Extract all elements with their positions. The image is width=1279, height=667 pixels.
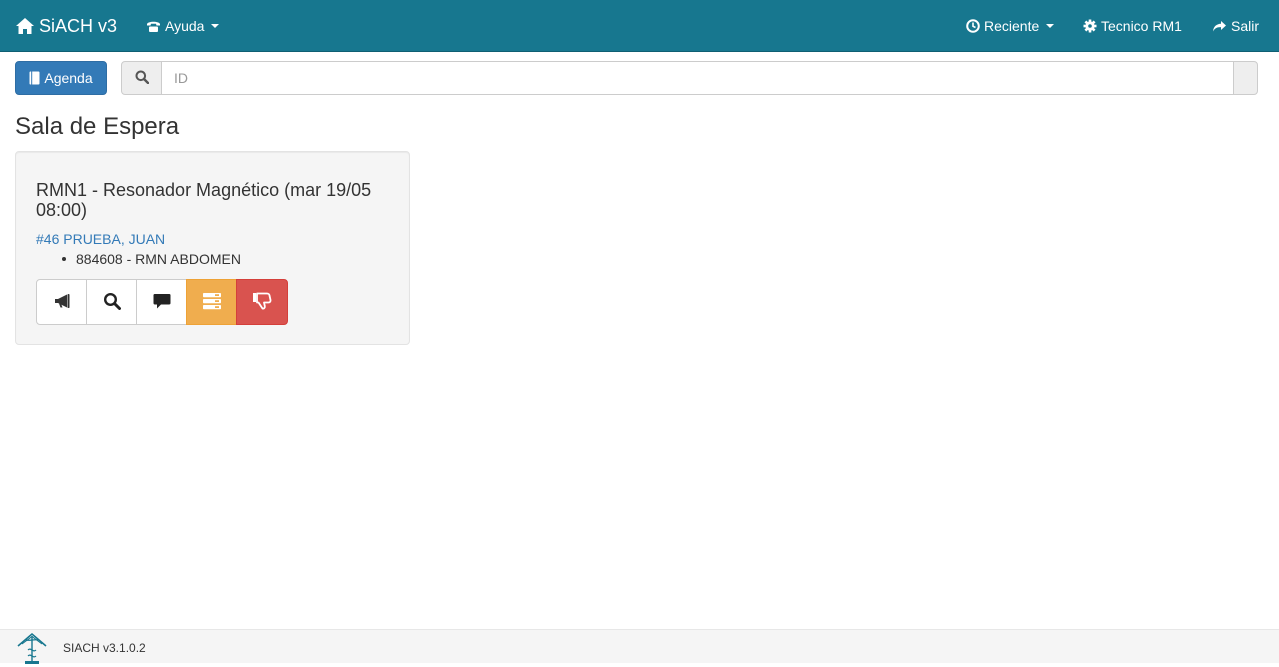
gear-icon — [1083, 19, 1097, 33]
brand-label: SiACH v3 — [39, 15, 118, 36]
search-group — [121, 61, 1258, 95]
caduceus-logo-icon — [15, 630, 49, 664]
tasks-icon — [202, 292, 222, 313]
chevron-down-icon — [1046, 24, 1055, 28]
share-arrow-icon — [1212, 20, 1227, 33]
home-icon — [15, 17, 35, 35]
book-icon — [29, 71, 40, 85]
logout-label: Salir — [1231, 18, 1260, 34]
recent-menu[interactable]: Reciente — [966, 0, 1055, 52]
bullhorn-icon — [52, 293, 72, 312]
help-menu[interactable]: Ayuda — [146, 0, 220, 52]
user-settings-link[interactable]: Tecnico RM1 — [1083, 0, 1182, 52]
user-label: Tecnico RM1 — [1101, 18, 1182, 34]
call-patient-button[interactable] — [36, 279, 87, 325]
logout-link[interactable]: Salir — [1212, 0, 1259, 52]
view-details-button[interactable] — [86, 279, 137, 325]
card-title: RMN1 - Resonador Magnético (mar 19/05 08… — [36, 180, 372, 220]
waiting-card: RMN1 - Resonador Magnético (mar 19/05 08… — [15, 151, 410, 345]
clock-icon — [966, 19, 980, 33]
list-item: 884608 - RMN ABDOMEN — [62, 251, 241, 267]
search-icon — [135, 70, 149, 87]
page-title: Sala de Espera — [15, 113, 180, 140]
agenda-label: Agenda — [44, 70, 93, 86]
top-navbar: SiACH v3 Ayuda Reciente Tecnico RM1 Sali… — [0, 0, 1279, 52]
search-icon — [103, 292, 121, 313]
footer-version: SIACH v3.1.0.2 — [63, 641, 146, 655]
comment-button[interactable] — [136, 279, 187, 325]
search-input[interactable] — [161, 61, 1234, 95]
phone-icon — [146, 20, 161, 33]
worklist-button[interactable] — [186, 279, 237, 325]
search-addon — [121, 61, 162, 95]
thumbs-down-icon — [252, 292, 272, 313]
reject-button[interactable] — [236, 279, 288, 325]
agenda-button[interactable]: Agenda — [15, 61, 107, 95]
study-list: 884608 - RMN ABDOMEN — [36, 251, 241, 267]
search-addon-right — [1233, 61, 1258, 95]
brand-link[interactable]: SiACH v3 — [15, 0, 117, 52]
comment-icon — [153, 293, 171, 312]
recent-label: Reciente — [984, 18, 1040, 34]
patient-link[interactable]: #46 PRUEBA, JUAN — [36, 231, 165, 247]
help-label: Ayuda — [165, 18, 205, 34]
footer: SIACH v3.1.0.2 — [0, 629, 1279, 664]
chevron-down-icon — [211, 24, 220, 28]
card-actions — [36, 279, 288, 325]
